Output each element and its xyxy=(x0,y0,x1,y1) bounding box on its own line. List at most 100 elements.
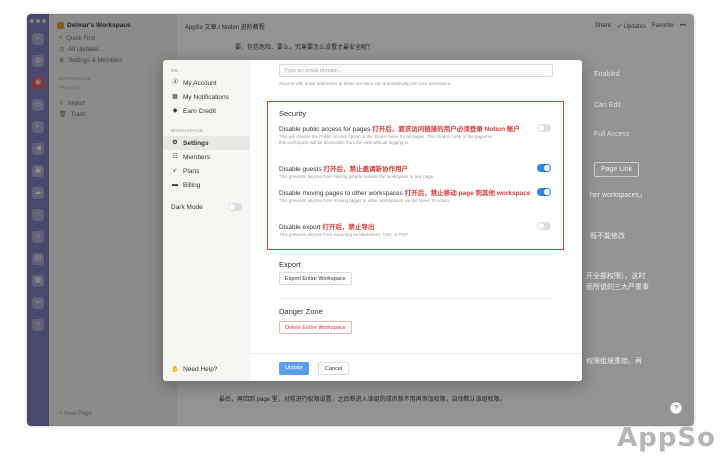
dock-app-icon[interactable]: ◌ xyxy=(32,209,44,221)
favorite-button[interactable]: Favorite xyxy=(652,23,674,30)
export-title: Export xyxy=(279,260,301,269)
gift-icon: ◆ xyxy=(172,108,178,114)
option-label: Disable public access for pages xyxy=(279,126,371,133)
toggle-disable-moving-pages[interactable] xyxy=(537,188,551,196)
updates-button[interactable]: ✓ Updates xyxy=(617,23,646,30)
sidebar-item-label: Trash xyxy=(70,111,86,118)
settings-item-billing[interactable]: ▬ Billing xyxy=(163,178,250,192)
sidebar-item-label: Quick Find xyxy=(66,35,96,42)
dock-app-icon[interactable]: ▭ xyxy=(32,99,44,111)
need-help-label: Need Help? xyxy=(183,365,218,373)
option-description: This will disable the Public Access opti… xyxy=(279,134,493,145)
more-icon[interactable]: ••• xyxy=(680,23,686,30)
cancel-button[interactable]: Cancel xyxy=(318,362,350,375)
import-icon: ⇩ xyxy=(59,101,65,107)
toggle-disable-export[interactable] xyxy=(537,222,551,230)
gear-icon: ⚙ xyxy=(59,58,65,64)
dock-app-icon[interactable]: ◍ xyxy=(32,55,44,67)
divider xyxy=(279,298,553,299)
dark-mode-label: Dark Mode xyxy=(171,203,203,211)
settings-item-members[interactable]: ☷ Members xyxy=(163,150,250,164)
divider xyxy=(279,254,553,255)
settings-item-label: Billing xyxy=(183,181,201,189)
option-disable-export: Disable export 打开后，禁止导出 This prevents an… xyxy=(279,221,551,238)
dock-search-icon[interactable]: ⌕ xyxy=(32,33,44,45)
workspace-logo-icon xyxy=(57,22,64,29)
sidebar-item-quick-find[interactable]: ⌕ Quick Find xyxy=(49,33,177,44)
settings-item-label: Settings xyxy=(183,139,209,147)
settings-item-notifications[interactable]: ▦ My Notifications xyxy=(163,90,250,104)
dock-add-icon[interactable]: + xyxy=(32,319,44,331)
dock-notion-icon[interactable]: ◉ xyxy=(32,77,44,89)
dock-app-icon[interactable]: ☁ xyxy=(32,187,44,199)
option-disable-public-access: Disable public access for pages 打开后，要求访问… xyxy=(279,123,551,146)
clock-icon: ◷ xyxy=(59,47,65,53)
card-icon: ▬ xyxy=(172,182,178,188)
members-icon: ☷ xyxy=(172,154,178,160)
option-description: This prevents anyone from exporting as M… xyxy=(279,232,409,237)
trash-icon: 🗑 xyxy=(59,112,67,118)
email-domain-note: Anyone with email addresses at these dom… xyxy=(279,81,452,86)
settings-item-settings[interactable]: ⚙ Settings xyxy=(163,136,250,150)
gear-icon: ⚙ xyxy=(172,140,178,146)
topbar: AppSo 文章 / Notion 进阶教程 Share ✓ Updates F… xyxy=(177,14,694,39)
workspace-name: Delmar's Workspace xyxy=(67,22,131,29)
email-domain-input[interactable]: Type an email domain... xyxy=(279,64,553,77)
sidebar-item-trash[interactable]: 🗑 Trash xyxy=(49,109,177,120)
sidebar-item-label: Settings & Members xyxy=(68,57,123,64)
page-text: 最后，再回到 page 里，对前进行权限设置，之后新进入该组的成员就不用再添加权… xyxy=(219,397,506,403)
sidebar-item-all-updates[interactable]: ◷ All Updates xyxy=(49,44,177,55)
security-title: Security xyxy=(279,109,307,118)
share-button[interactable]: Share xyxy=(595,23,611,30)
account-icon: ⓓ xyxy=(171,80,178,86)
option-annotation: 打开后，禁止移动 page 到其他 workspace xyxy=(404,190,531,197)
delete-workspace-button[interactable]: Delete Entire Workspace xyxy=(279,321,352,334)
option-disable-moving-pages: Disable moving pages to other workspaces… xyxy=(279,187,551,204)
settings-sidebar-header: ME xyxy=(171,68,179,73)
toggle-disable-public-access[interactable] xyxy=(537,124,551,132)
danger-zone-title: Danger Zone xyxy=(279,307,323,316)
new-page-button[interactable]: + New Page xyxy=(59,411,92,417)
option-disable-guests: Disable guests 打开后，禁止邀请新协作用户 This preven… xyxy=(279,163,551,180)
sidebar-item-settings[interactable]: ⚙ Settings & Members xyxy=(49,55,177,66)
dock-app-icon[interactable]: ◇ xyxy=(32,231,44,243)
dock-app-icon[interactable]: ∞ xyxy=(32,297,44,309)
notification-icon: ▦ xyxy=(172,94,178,100)
option-annotation: 打开后，禁止导出 xyxy=(322,224,375,231)
search-icon: ⌕ xyxy=(59,35,63,41)
settings-sidebar-header: WORKSPACE xyxy=(171,128,204,133)
option-description: This prevents anyone from moving pages t… xyxy=(279,198,451,203)
dock-app-icon[interactable]: ▤ xyxy=(32,253,44,265)
dock-app-icon[interactable]: ▦ xyxy=(32,275,44,287)
settings-item-label: Members xyxy=(183,153,211,161)
settings-modal: ME ⓓ My Account ▦ My Notifications ◆ Earn C… xyxy=(163,60,582,381)
breadcrumb[interactable]: AppSo 文章 / Notion 进阶教程 xyxy=(185,22,265,31)
option-label: Disable moving pages to other workspaces xyxy=(279,190,403,197)
settings-item-earn-credit[interactable]: ◆ Earn Credit xyxy=(163,104,250,118)
export-workspace-button[interactable]: Export Entire Workspace xyxy=(279,272,352,285)
dock-app-icon[interactable]: ◀ xyxy=(32,143,44,155)
dock-app-icon[interactable]: ▣ xyxy=(32,165,44,177)
workspace-switcher[interactable]: Delmar's Workspace xyxy=(49,14,177,33)
dark-mode-toggle[interactable] xyxy=(228,203,242,211)
option-label: Disable guests xyxy=(279,166,322,173)
need-help-button[interactable]: ✋ Need Help? xyxy=(171,365,218,374)
option-annotation: 打开后，要求访问链接的用户必须登录 Notion 账户 xyxy=(372,126,520,133)
dock-app-icon[interactable]: ◐ xyxy=(32,121,44,133)
settings-item-my-account[interactable]: ⓓ My Account xyxy=(163,76,250,90)
settings-footer: Update Cancel xyxy=(250,353,582,381)
settings-sidebar: ME ⓓ My Account ▦ My Notifications ◆ Earn C… xyxy=(163,60,250,381)
window-controls[interactable] xyxy=(30,19,46,23)
help-icon: ✋ xyxy=(171,366,180,373)
sidebar-section-workspace: WORKSPACE xyxy=(59,76,92,81)
dark-mode-row: Dark Mode xyxy=(163,200,250,214)
settings-item-plans[interactable]: ➶ Plans xyxy=(163,164,250,178)
sidebar-section-private: PRIVATE xyxy=(59,85,81,90)
settings-item-label: Earn Credit xyxy=(183,107,216,115)
watermark-logo: AppSo xyxy=(617,423,716,453)
update-button[interactable]: Update xyxy=(279,362,309,375)
new-page-label: New Page xyxy=(64,411,92,417)
toggle-disable-guests[interactable] xyxy=(537,164,551,172)
option-label: Disable export xyxy=(279,224,321,231)
sidebar-item-import[interactable]: ⇩ Import xyxy=(49,98,177,109)
